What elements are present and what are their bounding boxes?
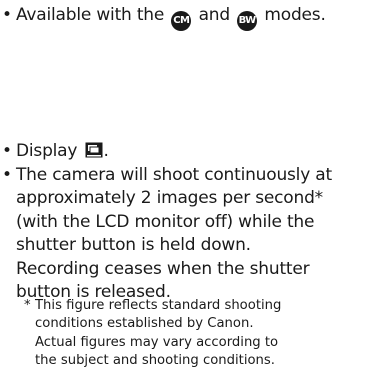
text-line: Recording ceases when the shutter — [16, 258, 310, 279]
footnote-line: Actual figures may vary according to — [35, 334, 279, 350]
availability-conjunction: and — [198, 5, 231, 25]
footnote-line: This figure reflects standard shooting — [35, 298, 282, 313]
step-display-text: Display — [16, 141, 78, 161]
bullet: • — [2, 164, 12, 185]
manual-page: • Available with the CM and BW modes. • D… — [0, 0, 383, 389]
footnote-line: conditions established by Canon. — [35, 316, 254, 332]
availability-prefix: Available with the — [16, 5, 165, 25]
steps-list: • Display . • The camera will shoot cont… — [2, 140, 332, 305]
bullet: • — [2, 141, 12, 161]
footnote: * This figure reflects standard shooting… — [24, 297, 281, 370]
bullet: • — [2, 5, 12, 25]
footnote-marker: * — [24, 298, 31, 313]
availability-line: • Available with the CM and BW modes. — [2, 4, 326, 31]
camera-mode-icon: CM — [171, 11, 192, 31]
bw-mode-icon: BW — [237, 11, 258, 31]
continuous-shooting-icon — [85, 142, 103, 158]
footnote-line: the subject and shooting conditions. — [35, 352, 275, 368]
step-continuous-text: The camera will shoot continuously at ap… — [16, 164, 332, 305]
text-line: (with the LCD monitor off) while the — [16, 211, 315, 232]
text-line: approximately 2 images per second* — [16, 188, 323, 208]
text-line: shutter button is held down. — [16, 235, 251, 255]
step-display: • Display . — [2, 140, 332, 164]
step-continuous: • The camera will shoot continuously at … — [2, 164, 332, 305]
availability-suffix: modes. — [264, 5, 326, 25]
text-line: The camera will shoot continuously at — [16, 164, 332, 185]
